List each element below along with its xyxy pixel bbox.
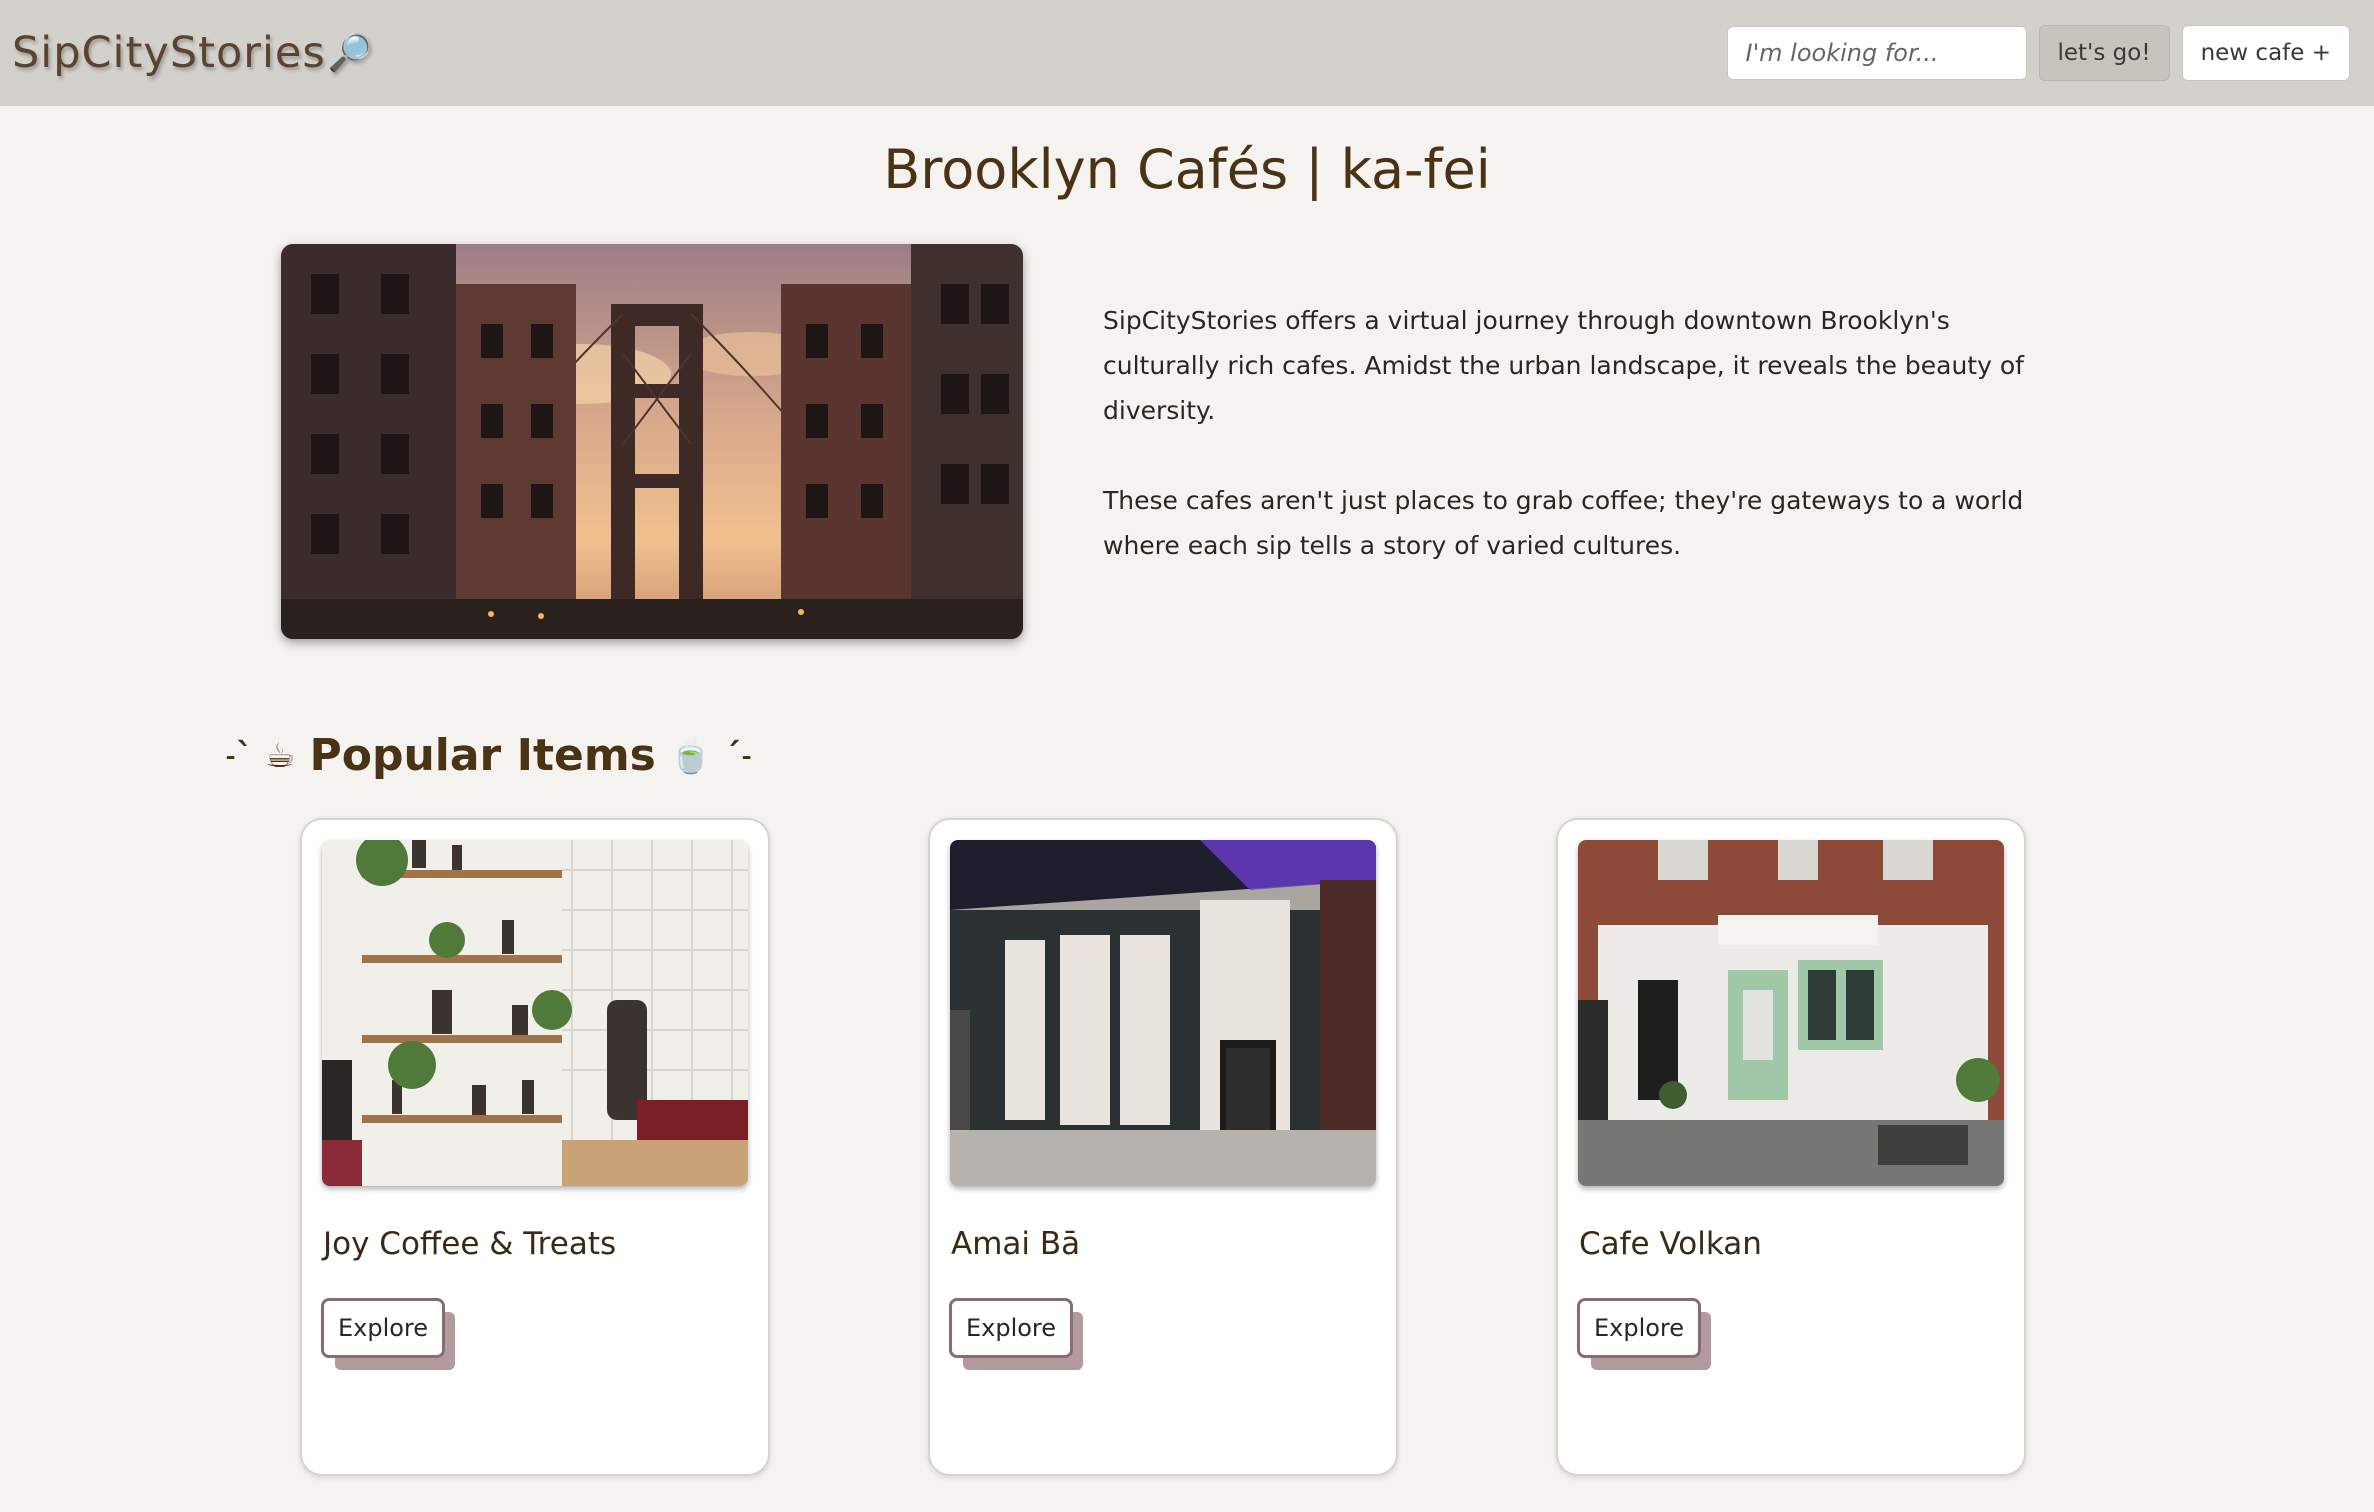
explore-button[interactable]: Explore [1577,1298,1701,1358]
new-cafe-button[interactable]: new cafe + [2181,25,2350,81]
cafe-card-cafe-volkan: Cafe Volkan Explore [1556,818,2026,1476]
coffee-icon: ˗ˋ ☕ [225,735,296,776]
amai-ba-illustration [950,840,1376,1186]
intro-paragraph-1: SipCityStories offers a virtual journey … [1103,306,2024,425]
explore-button-wrapper: Explore [949,1298,1083,1370]
site-logo[interactable]: SipCityStories 🔎 [12,28,374,78]
explore-button[interactable]: Explore [321,1298,445,1358]
explore-button-wrapper: Explore [1577,1298,1711,1370]
intro-text: SipCityStories offers a virtual journey … [1103,298,2063,568]
cafe-name: Cafe Volkan [1579,1226,1762,1262]
explore-button-wrapper: Explore [321,1298,455,1370]
search-input[interactable] [1726,26,2027,80]
hero-illustration [281,244,1023,639]
intro-paragraph-2: These cafes aren't just places to grab c… [1103,486,2024,560]
brooklyn-bridge-image [281,244,1023,639]
cafe-volkan-illustration [1578,840,2004,1186]
cafe-image-amai-ba [950,840,1376,1186]
popular-items-heading: ˗ˋ ☕ Popular Items 🍵 ˊ˗ [225,730,752,781]
page-title: Brooklyn Cafés | ka-fei [883,138,1491,201]
logo-text: SipCityStories [12,28,326,78]
joy-coffee-illustration [322,840,748,1186]
cafe-image-joy-coffee [322,840,748,1186]
popular-items-title: Popular Items [309,730,656,781]
cafe-name: Amai Bā [951,1226,1081,1262]
tea-icon: 🍵 ˊ˗ [669,735,753,776]
cafe-card-amai-ba: Amai Bā Explore [928,818,1398,1476]
cafe-card-joy-coffee: Joy Coffee & Treats Explore [300,818,770,1476]
navbar: SipCityStories 🔎 let's go! new cafe + [0,0,2374,106]
cafe-image-cafe-volkan [1578,840,2004,1186]
nav-actions: let's go! new cafe + [1726,25,2350,81]
lets-go-button[interactable]: let's go! [2038,25,2170,81]
magnifier-icon: 🔎 [327,33,374,74]
cafe-name: Joy Coffee & Treats [323,1226,617,1262]
explore-button[interactable]: Explore [949,1298,1073,1358]
